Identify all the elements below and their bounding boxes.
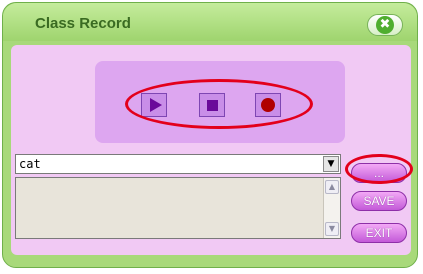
exit-button[interactable]: EXIT — [351, 223, 407, 243]
close-icon: ✖ — [376, 16, 394, 34]
notes-scrollbar[interactable]: ▲ ▼ — [323, 178, 340, 238]
play-button[interactable] — [141, 93, 167, 117]
class-record-window: Class Record ✖ cat ▼ ▲ ▼ ... SAVE EXIT — [2, 2, 418, 268]
stop-icon — [206, 99, 218, 111]
playback-controls — [95, 61, 345, 143]
save-button[interactable]: SAVE — [351, 191, 407, 211]
play-icon — [149, 98, 162, 112]
title-bar[interactable]: Class Record ✖ — [3, 3, 417, 41]
scroll-up-icon[interactable]: ▲ — [325, 180, 339, 194]
close-button[interactable]: ✖ — [367, 14, 403, 36]
record-icon — [261, 98, 275, 112]
word-select-value: cat — [19, 157, 41, 171]
stop-button[interactable] — [199, 93, 225, 117]
more-button[interactable]: ... — [351, 163, 407, 183]
record-button[interactable] — [255, 93, 281, 117]
chevron-down-icon[interactable]: ▼ — [323, 156, 339, 172]
window-title: Class Record — [35, 15, 131, 32]
word-select[interactable]: cat ▼ — [15, 154, 341, 174]
scroll-down-icon[interactable]: ▼ — [325, 222, 339, 236]
notes-textarea[interactable]: ▲ ▼ — [15, 177, 341, 239]
main-panel: cat ▼ ▲ ▼ ... SAVE EXIT — [11, 45, 413, 255]
